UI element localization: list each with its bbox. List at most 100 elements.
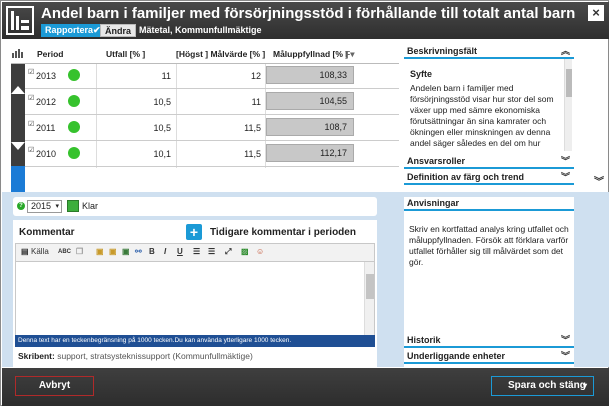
- measure-meta: Mätetal, Kommunfullmäktige: [139, 25, 262, 35]
- comment-title: Kommentar: [19, 227, 75, 238]
- dialog-footer: Avbryt Spara och stäng ▾: [2, 368, 609, 406]
- row-year: 2010: [36, 149, 57, 159]
- section-title: Underliggande enheter: [407, 351, 506, 361]
- status-dot-icon: [68, 147, 80, 159]
- scroll-thumb[interactable]: [366, 274, 374, 299]
- dialog-header: Andel barn i familjer med försörjningsst…: [2, 2, 609, 39]
- row-checkbox[interactable]: ☑: [28, 94, 34, 102]
- chart-view-icon[interactable]: [12, 49, 23, 58]
- active-period-indicator: [11, 166, 25, 193]
- section-header-underliggande[interactable]: Underliggande enheter ︾: [404, 350, 574, 364]
- expand-icon[interactable]: ︾: [561, 350, 570, 362]
- section-header-beskrivning[interactable]: Beskrivningsfält ︽: [404, 45, 574, 59]
- chevron-down-icon: ▾: [55, 203, 59, 210]
- description-scrollbar[interactable]: [564, 59, 572, 151]
- table-row[interactable]: ☑ 2011 10,5 11,5 108,7: [25, 116, 399, 141]
- year-select[interactable]: 2015 ▾: [27, 200, 62, 213]
- row-year: 2011: [36, 123, 56, 133]
- section-title: Historik: [407, 335, 441, 345]
- row-maluppfyllnad: 108,33: [266, 66, 354, 84]
- col-header-malvarde[interactable]: [Högst ] Målvärde [% ]: [176, 49, 265, 59]
- report-button[interactable]: Rapportera✔: [41, 24, 105, 37]
- change-button[interactable]: Ändra: [100, 24, 137, 37]
- col-sort-icon[interactable]: F▾: [345, 49, 354, 60]
- syfte-text: Andelen barn i familjer med försörjnings…: [410, 83, 554, 148]
- results-table: Period Utfall [% ] [Högst ] Målvärde [% …: [6, 43, 399, 193]
- table-row[interactable]: ☑ 2013 11 12 108,33: [25, 64, 399, 89]
- expand-icon[interactable]: ︾: [561, 334, 570, 346]
- row-maluppfyllnad: 108,7: [266, 118, 354, 136]
- expand-icon[interactable]: ︾: [561, 171, 570, 183]
- author-line: Skribent: support, stratsystekniss­uppor…: [18, 351, 253, 361]
- col-header-utfall[interactable]: Utfall [% ]: [106, 49, 145, 59]
- page-title: Andel barn i familjer med försörjningsst…: [41, 5, 576, 22]
- row-utfall: 10,1: [153, 149, 171, 159]
- status-dot-icon: [68, 121, 80, 133]
- underline-button[interactable]: U: [177, 247, 183, 256]
- row-maluppfyllnad: 104,55: [266, 92, 354, 110]
- row-utfall: 10,5: [153, 123, 171, 133]
- character-limit-notice: Denna text har en teckenbegränsning på 1…: [15, 335, 375, 347]
- row-malvarde: 11,5: [244, 123, 261, 133]
- table-row[interactable]: ☑ 2012 10,5 11 104,55: [25, 90, 399, 115]
- source-icon[interactable]: ▤: [21, 247, 29, 256]
- save-and-close-button[interactable]: Spara och stäng ▾: [491, 376, 594, 396]
- paste-word-icon[interactable]: ▣: [122, 247, 130, 256]
- collapse-icon[interactable]: ︽: [561, 45, 570, 57]
- maximize-icon[interactable]: ⤢: [225, 247, 231, 257]
- copy-icon[interactable]: ❐: [76, 247, 83, 256]
- section-header-historik[interactable]: Historik ︾: [404, 334, 574, 348]
- done-checkbox[interactable]: [67, 200, 79, 212]
- section-header-anvisningar[interactable]: Anvisningar: [404, 197, 574, 211]
- section-header-ansvarsroller[interactable]: Ansvarsroller ︾: [404, 155, 574, 169]
- expand-panel-icon[interactable]: ︾: [594, 178, 604, 188]
- paste-text-icon[interactable]: ▣: [109, 247, 117, 256]
- section-title: Beskrivningsfält: [407, 46, 478, 56]
- row-malvarde: 11,5: [244, 149, 261, 159]
- done-label: Klar: [82, 201, 99, 211]
- comment-textarea[interactable]: [15, 262, 375, 335]
- row-checkbox[interactable]: ☑: [28, 146, 34, 154]
- author-label: Skribent:: [18, 351, 55, 361]
- bold-button[interactable]: B: [149, 247, 155, 256]
- arrow-down-icon[interactable]: [11, 142, 25, 150]
- expand-icon[interactable]: ︾: [561, 155, 570, 167]
- section-title: Ansvarsroller: [407, 156, 466, 166]
- scroll-thumb[interactable]: [566, 69, 572, 97]
- row-checkbox[interactable]: ☑: [28, 68, 34, 76]
- bullet-list-icon[interactable]: ☰: [208, 247, 215, 256]
- row-checkbox[interactable]: ☑: [28, 120, 34, 128]
- spellcheck-button[interactable]: ABC: [58, 249, 71, 255]
- row-maluppfyllnad: 112,17: [266, 144, 354, 162]
- section-header-definition[interactable]: Definition av färg och trend ︾: [404, 171, 574, 185]
- section-title: Anvisningar: [407, 198, 460, 208]
- paste-icon[interactable]: ▣: [96, 247, 104, 256]
- add-comment-button[interactable]: +: [186, 224, 202, 240]
- row-year: 2013: [36, 71, 57, 81]
- cancel-button[interactable]: Avbryt: [15, 376, 94, 396]
- col-header-period[interactable]: Period: [37, 49, 63, 59]
- syfte-title: Syfte: [410, 69, 433, 79]
- arrow-up-icon[interactable]: [11, 86, 25, 94]
- row-malvarde: 11: [251, 97, 261, 107]
- numbered-list-icon[interactable]: ☰: [193, 247, 200, 256]
- author-value: support, stratsystekniss­upport (Kommunf…: [57, 351, 253, 361]
- dialog-window: Andel barn i familjer med försörjningsst…: [0, 0, 609, 406]
- link-icon[interactable]: ⚯: [135, 247, 142, 256]
- table-row[interactable]: ☑ 2010 10,1 11,5 112,17: [25, 142, 399, 167]
- previous-comment-title[interactable]: Tidigare kommentar i perioden: [210, 227, 356, 238]
- instructions-panel: Anvisningar Skriv en kortfattad analys k…: [404, 197, 574, 367]
- user-icon[interactable]: ☺: [256, 247, 264, 256]
- instructions-text: Skriv en kortfattad analys kring utfalle…: [409, 224, 569, 267]
- help-icon[interactable]: ?: [17, 202, 25, 210]
- save-label: Spara och stäng: [508, 380, 586, 391]
- editor-scrollbar[interactable]: [364, 262, 374, 335]
- close-button[interactable]: ×: [588, 5, 604, 21]
- source-button[interactable]: Källa: [31, 247, 49, 256]
- col-header-maluppfyllnad[interactable]: Måluppfyllnad [% ]: [273, 49, 348, 59]
- italic-button[interactable]: I: [164, 247, 166, 256]
- chevron-down-icon[interactable]: ▾: [583, 377, 587, 395]
- image-icon[interactable]: ▨: [241, 247, 249, 256]
- period-bar: ? 2015 ▾ Klar: [13, 197, 377, 216]
- editor-toolbar: ▤ Källa ABC ❐ ▣ ▣ ▣ ⚯ B I U ☰ ☰ ⤢ ▨ ☺: [15, 243, 375, 262]
